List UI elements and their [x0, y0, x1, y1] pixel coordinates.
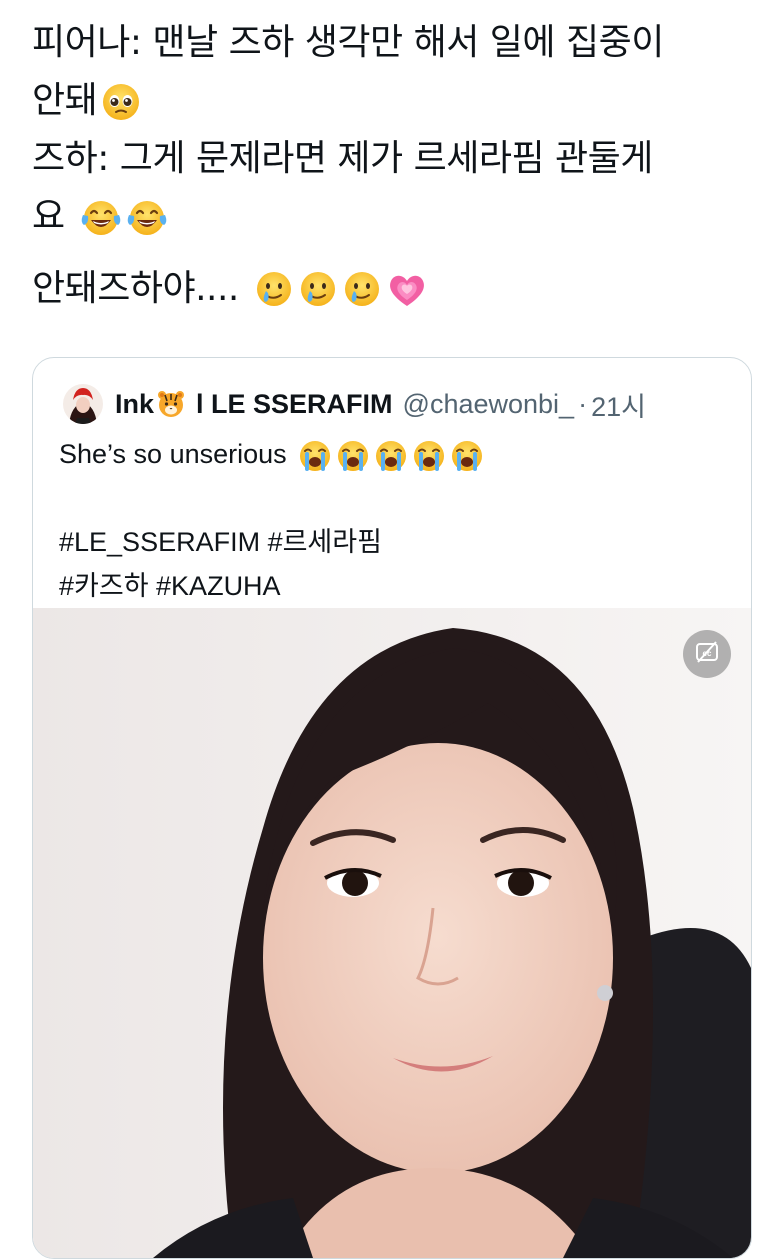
media-photo[interactable]: cc [33, 608, 751, 1258]
quoted-tweet-text: She’s so unserious #LE_SSERAFIM #르세라핌 #카… [59, 432, 739, 608]
hashtag-line[interactable]: #카즈하 #KAZUHA [59, 564, 739, 608]
tweet-body: 피어나: 맨날 즈하 생각만 해서 일에 집중이 안돼 즈하: 그게 문제라면 … [32, 14, 762, 318]
quoted-tweet[interactable]: Ink l LE SSERAFIM @chaewonbi_ · 21시 She’… [32, 357, 752, 1259]
tweet-text: 즈하: 그게 문제라면 제가 르세라핌 관둘게 [32, 138, 653, 179]
loudly-crying-icon [412, 439, 446, 473]
tweet-line: 즈하: 그게 문제라면 제가 르세라핌 관둘게 [32, 130, 762, 188]
tweet-line: 안돼즈하야.... [32, 260, 762, 318]
pleading-face-icon [101, 82, 141, 122]
tweet-line: 안돼 [32, 72, 762, 130]
loudly-crying-icon [298, 439, 332, 473]
timestamp[interactable]: 21시 [591, 385, 646, 424]
smiling-face-with-tear-icon [254, 269, 294, 311]
tweet-text: 안돼 [32, 80, 98, 121]
captions-off-button[interactable]: cc [683, 630, 731, 678]
tweet-text: 피어나: 맨날 즈하 생각만 해서 일에 집중이 [32, 22, 664, 63]
smiling-face-with-tear-icon [298, 269, 338, 311]
loudly-crying-icon [450, 439, 484, 473]
user-handle[interactable]: @chaewonbi_ [403, 389, 575, 420]
growing-heart-icon [386, 270, 428, 310]
separator-dot: · [578, 388, 588, 419]
display-name[interactable]: Ink [115, 389, 154, 420]
captions-off-icon: cc [694, 639, 720, 669]
tiger-face-icon [156, 389, 186, 419]
tears-of-joy-icon [126, 198, 168, 238]
smiling-face-with-tear-icon [342, 269, 382, 311]
tweet-line: 요 [32, 188, 762, 246]
loudly-crying-icon [374, 439, 408, 473]
display-name-suffix[interactable]: l LE SSERAFIM [196, 389, 393, 420]
tweet-text: 안돼즈하야.... [32, 268, 239, 309]
portrait-image [33, 608, 751, 1258]
loudly-crying-icon [336, 439, 370, 473]
quoted-text: She’s so unserious [59, 439, 287, 469]
avatar[interactable] [63, 384, 103, 424]
hashtag-line[interactable]: #LE_SSERAFIM #르세라핌 [59, 520, 739, 564]
quoted-tweet-header: Ink l LE SSERAFIM @chaewonbi_ · 21시 [63, 382, 646, 426]
tweet-line: 피어나: 맨날 즈하 생각만 해서 일에 집중이 [32, 14, 762, 72]
tears-of-joy-icon [80, 198, 122, 238]
quoted-text-line: She’s so unserious [59, 432, 739, 476]
tweet-text: 요 [32, 196, 65, 237]
